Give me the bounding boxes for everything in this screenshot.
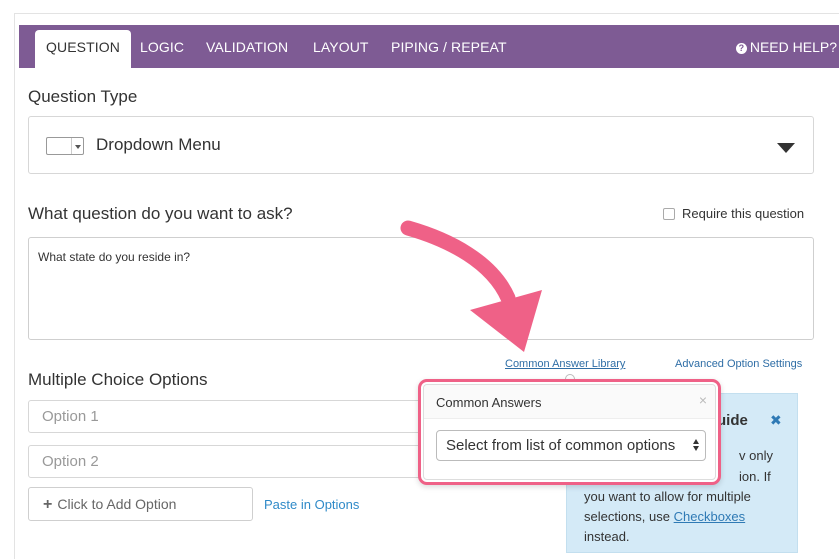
paste-options-link[interactable]: Paste in Options [264,497,359,512]
common-answers-popover: Common Answers × Select from list of com… [418,379,721,485]
tab-layout[interactable]: LAYOUT [313,25,369,68]
require-checkbox[interactable] [663,208,675,220]
dropdown-menu-icon [46,137,84,155]
annotation-arrow-icon [400,220,542,352]
select-arrows-icon [693,439,700,452]
add-option-button[interactable]: + Click to Add Option [28,487,253,521]
popover-header: Common Answers × [424,385,715,419]
need-help-label: NEED HELP? [749,39,837,55]
require-question-toggle[interactable]: Require this question [663,206,804,221]
guide-text-line: instead. [584,529,630,544]
common-options-select[interactable]: Select from list of common options [436,430,706,461]
advanced-option-settings-link[interactable]: Advanced Option Settings [675,358,802,370]
tab-bar: QUESTION LOGIC VALIDATION LAYOUT PIPING … [19,25,839,68]
option-input-2[interactable]: Option 2 [28,445,428,478]
tab-piping-repeat[interactable]: PIPING / REPEAT [391,25,507,68]
popover-title: Common Answers [436,395,542,410]
common-answer-library-link[interactable]: Common Answer Library [505,358,625,370]
tab-logic[interactable]: LOGIC [140,25,184,68]
tab-question[interactable]: QUESTION [35,30,131,68]
question-circle-icon: ? [735,43,747,54]
caret-down-icon [777,143,795,153]
close-icon[interactable]: × [699,392,707,408]
require-label: Require this question [682,206,805,221]
common-options-value: Select from list of common options [446,437,676,454]
plus-icon: + [43,496,53,513]
checkboxes-link[interactable]: Checkboxes [674,509,746,524]
question-type-value: Dropdown Menu [96,135,221,154]
question-type-heading: Question Type [28,87,138,106]
guide-text-line: you want to allow for multiple [584,489,751,504]
option-input-1[interactable]: Option 1 [28,400,428,433]
add-option-label: Click to Add Option [57,496,177,512]
tab-validation[interactable]: VALIDATION [206,25,288,68]
guide-text-line: selections, use Checkboxes [584,509,746,524]
guide-text-line: ion. If [739,469,771,484]
multiple-choice-heading: Multiple Choice Options [28,370,208,389]
guide-title: uide [717,412,748,429]
question-type-select[interactable]: Dropdown Menu [28,116,814,174]
guide-text-line: v only [739,448,773,463]
question-heading: What question do you want to ask? [28,204,293,223]
need-help-link[interactable]: ? NEED HELP? [735,25,837,68]
close-icon[interactable]: ✖ [770,412,782,429]
